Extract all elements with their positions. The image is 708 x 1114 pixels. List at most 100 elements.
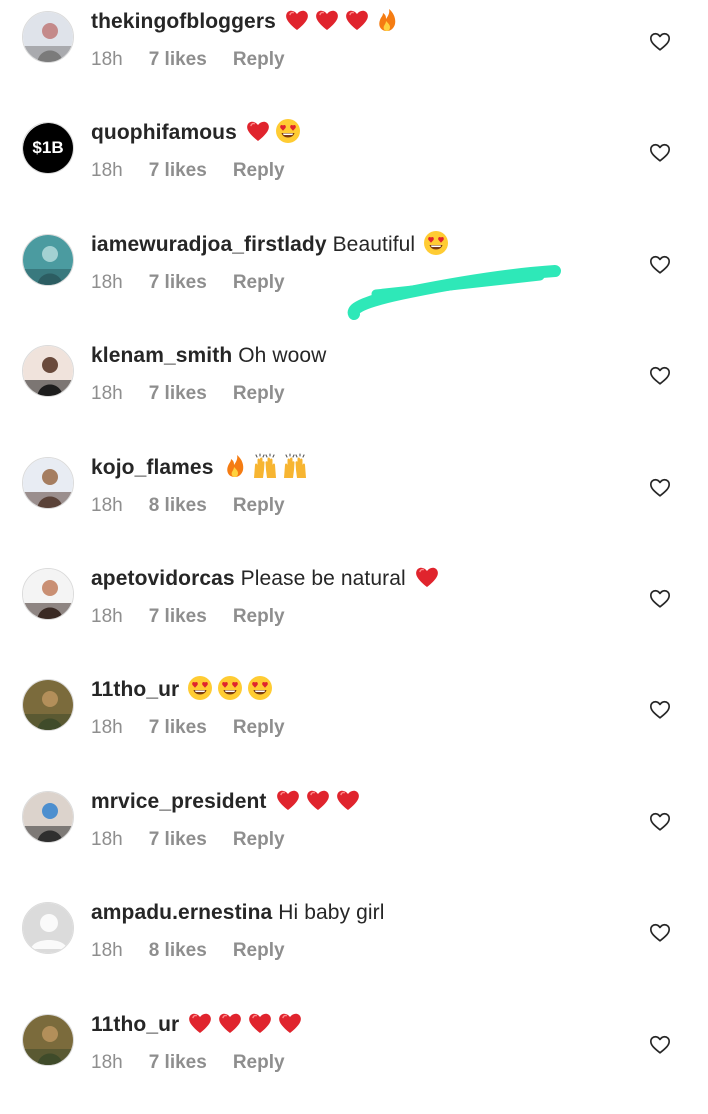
- avatar[interactable]: [22, 345, 74, 397]
- comment-timestamp[interactable]: 18h: [91, 606, 123, 627]
- reply-button[interactable]: Reply: [233, 495, 285, 516]
- comment-text: Oh woow: [238, 344, 327, 367]
- comment-username[interactable]: ampadu.ernestina: [91, 901, 272, 924]
- comment-username[interactable]: kojo_flames: [91, 456, 214, 479]
- heart-outline-icon[interactable]: [649, 811, 671, 833]
- heart-emoji-icon: [286, 10, 308, 30]
- comment-likes-count[interactable]: 7 likes: [149, 717, 207, 738]
- comment-body: kojo_flames: [91, 452, 308, 484]
- comment-likes-count[interactable]: 7 likes: [149, 829, 207, 850]
- comment-body: ampadu.ernestina Hi baby girl: [91, 897, 387, 929]
- heart-outline-icon[interactable]: [649, 699, 671, 721]
- comment-meta: 18h 7 likes Reply: [91, 714, 311, 742]
- comment-likes-count[interactable]: 7 likes: [149, 49, 207, 70]
- reply-button[interactable]: Reply: [233, 160, 285, 181]
- heart-outline-icon[interactable]: [649, 142, 671, 164]
- comment-username[interactable]: klenam_smith: [91, 344, 232, 367]
- comment-body: 11tho_ur: [91, 674, 273, 706]
- avatar[interactable]: $1B: [22, 122, 74, 174]
- avatar[interactable]: [22, 791, 74, 843]
- comment-username[interactable]: 11tho_ur: [91, 1013, 179, 1036]
- comment-row: klenam_smith Oh woow 18h 7 likes Reply: [0, 334, 708, 445]
- reply-button[interactable]: Reply: [233, 829, 285, 850]
- comment-username[interactable]: iamewuradjoa_firstlady: [91, 233, 327, 256]
- comment-row: mrvice_president 18h 7 likes Reply: [0, 780, 708, 891]
- avatar[interactable]: [22, 1014, 74, 1066]
- comment-body: klenam_smith Oh woow: [91, 340, 328, 372]
- heart-outline-icon[interactable]: [649, 31, 671, 53]
- heart-eyes-emoji-icon: [424, 231, 449, 255]
- comment-timestamp[interactable]: 18h: [91, 495, 123, 516]
- reply-button[interactable]: Reply: [233, 606, 285, 627]
- reply-button[interactable]: Reply: [233, 1052, 285, 1073]
- heart-outline-icon[interactable]: [649, 1034, 671, 1056]
- comment-username[interactable]: 11tho_ur: [91, 678, 179, 701]
- avatar[interactable]: [22, 234, 74, 286]
- comment-emojis: [239, 119, 301, 144]
- heart-emoji-icon: [276, 790, 299, 810]
- comment-username[interactable]: thekingofbloggers: [91, 10, 276, 33]
- comment-row: thekingofbloggers 18h 7 likes Reply: [0, 0, 708, 111]
- avatar[interactable]: [22, 11, 74, 63]
- comment-body: quophifamous: [91, 117, 301, 149]
- comment-emojis: [417, 231, 449, 256]
- reply-button[interactable]: Reply: [233, 272, 285, 293]
- avatar[interactable]: [22, 679, 74, 731]
- heart-emoji-icon: [219, 1013, 242, 1033]
- reply-button[interactable]: Reply: [233, 383, 285, 404]
- avatar[interactable]: [22, 902, 74, 954]
- comment-likes-count[interactable]: 7 likes: [149, 272, 207, 293]
- comment-timestamp[interactable]: 18h: [91, 940, 123, 961]
- reply-button[interactable]: Reply: [233, 940, 285, 961]
- comment-timestamp[interactable]: 18h: [91, 160, 123, 181]
- heart-outline-icon[interactable]: [649, 922, 671, 944]
- comment-body: 11tho_ur: [91, 1009, 303, 1041]
- comment-meta: 18h 7 likes Reply: [91, 157, 311, 185]
- comment-timestamp[interactable]: 18h: [91, 383, 123, 404]
- comment-row: 11tho_ur 18h 7 likes Reply: [0, 1003, 708, 1114]
- comment-emojis: [278, 9, 400, 33]
- comment-likes-count[interactable]: 7 likes: [149, 383, 207, 404]
- comment-username[interactable]: apetovidorcas: [91, 567, 235, 590]
- comment-timestamp[interactable]: 18h: [91, 829, 123, 850]
- comment-username[interactable]: mrvice_president: [91, 790, 267, 813]
- raised-hands-emoji-icon: [253, 453, 276, 478]
- comment-timestamp[interactable]: 18h: [91, 272, 123, 293]
- heart-emoji-icon: [246, 121, 269, 141]
- comment-likes-count[interactable]: 7 likes: [149, 1052, 207, 1073]
- comment-row: apetovidorcas Please be natural 18h 7 like…: [0, 557, 708, 668]
- comment-likes-count[interactable]: 8 likes: [149, 495, 207, 516]
- heart-outline-icon[interactable]: [649, 254, 671, 276]
- avatar-label: $1B: [32, 138, 64, 157]
- comment-meta: 18h 7 likes Reply: [91, 826, 311, 854]
- comment-emojis: [408, 567, 440, 590]
- fire-emoji-icon: [226, 455, 243, 477]
- comment-timestamp[interactable]: 18h: [91, 1052, 123, 1073]
- comment-timestamp[interactable]: 18h: [91, 717, 123, 738]
- comment-likes-count[interactable]: 7 likes: [149, 160, 207, 181]
- comment-meta: 18h 7 likes Reply: [91, 46, 311, 74]
- heart-emoji-icon: [306, 790, 329, 810]
- heart-emoji-icon: [189, 1013, 212, 1033]
- fire-emoji-icon: [379, 9, 396, 31]
- comment-timestamp[interactable]: 18h: [91, 49, 123, 70]
- comment-row: 11tho_ur 18h 7 likes Reply: [0, 668, 708, 779]
- comment-text: Beautiful: [332, 233, 416, 256]
- comment-meta: 18h 7 likes Reply: [91, 380, 311, 408]
- comment-username[interactable]: quophifamous: [91, 121, 237, 144]
- comment-emojis: [181, 676, 273, 701]
- heart-outline-icon[interactable]: [649, 477, 671, 499]
- comment-likes-count[interactable]: 7 likes: [149, 606, 207, 627]
- comment-likes-count[interactable]: 8 likes: [149, 940, 207, 961]
- heart-outline-icon[interactable]: [649, 588, 671, 610]
- comment-emojis: [269, 790, 361, 813]
- comment-meta: 18h 7 likes Reply: [91, 1049, 311, 1077]
- reply-button[interactable]: Reply: [233, 49, 285, 70]
- avatar[interactable]: [22, 568, 74, 620]
- heart-emoji-icon: [279, 1013, 302, 1033]
- reply-button[interactable]: Reply: [233, 717, 285, 738]
- comment-emojis: [181, 1013, 303, 1036]
- comment-text: Hi baby girl: [278, 901, 385, 924]
- heart-outline-icon[interactable]: [649, 365, 671, 387]
- avatar[interactable]: [22, 457, 74, 509]
